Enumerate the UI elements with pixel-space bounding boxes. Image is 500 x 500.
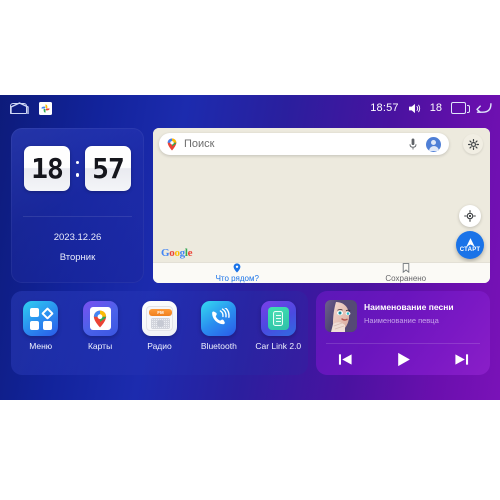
next-track-icon	[454, 353, 468, 365]
clock-date: 2023.12.26	[53, 232, 102, 243]
microphone-icon[interactable]	[409, 138, 417, 151]
clock-minutes-box: 57	[85, 146, 131, 191]
next-track-button[interactable]	[448, 349, 474, 369]
car-link-icon[interactable]	[260, 301, 296, 336]
apps-row: Меню Карты FM Радио Bluetooth Car Link 2…	[11, 301, 308, 351]
status-time: 18:57	[370, 102, 399, 114]
app-radio-label: Радио	[147, 341, 172, 351]
clock-divider	[23, 216, 132, 217]
google-maps-icon[interactable]	[82, 301, 118, 336]
radio-speaker	[150, 318, 170, 329]
map-search-bar[interactable]: Поиск	[159, 133, 449, 155]
clock-colon	[72, 146, 83, 191]
clock-minutes: 57	[92, 151, 125, 185]
track-artist: Наименование певца	[364, 316, 439, 325]
music-controls	[316, 349, 490, 369]
clock-weekday: Вторник	[59, 252, 96, 263]
music-divider	[326, 343, 480, 344]
my-location-icon	[464, 210, 476, 222]
map-search-placeholder: Поиск	[184, 138, 215, 150]
bluetooth-phone-icon[interactable]	[201, 301, 237, 336]
home-icon[interactable]	[9, 102, 29, 115]
music-player-widget[interactable]: Наименование песни Наименование певца	[316, 291, 490, 375]
clock-hours: 18	[31, 151, 64, 185]
app-bluetooth[interactable]: Bluetooth	[192, 301, 246, 351]
pin-icon	[233, 263, 241, 273]
start-navigation-button[interactable]: СТАРТ	[456, 231, 484, 259]
maps-widget[interactable]: Поиск Google СТАРТ Что рядом? Сохранено	[153, 128, 490, 283]
app-radio[interactable]: FM Радио	[132, 301, 186, 351]
apps-dock: Меню Карты FM Радио Bluetooth Car Link 2…	[11, 291, 308, 375]
status-bar: 18:57 18	[0, 95, 500, 121]
album-art	[325, 300, 357, 332]
google-photos-icon[interactable]	[39, 101, 52, 115]
app-maps-label: Карты	[87, 341, 113, 351]
clock-widget[interactable]: 18 57 2023.12.26 Вторник	[11, 128, 144, 283]
volume-icon[interactable]	[408, 103, 421, 114]
play-icon	[397, 352, 410, 366]
recent-apps-icon[interactable]	[451, 102, 470, 114]
radio-band-label: FM	[157, 309, 164, 315]
app-bluetooth-label: Bluetooth	[200, 341, 237, 351]
my-location-button[interactable]	[459, 205, 481, 227]
google-logo: Google	[161, 247, 193, 259]
map-tab-saved[interactable]: Сохранено	[322, 263, 491, 283]
app-menu[interactable]: Меню	[14, 301, 68, 351]
map-tab-saved-label: Сохранено	[385, 274, 427, 283]
map-bottom-tabs: Что рядом? Сохранено	[153, 262, 490, 283]
app-maps[interactable]: Карты	[73, 301, 127, 351]
account-avatar-icon[interactable]	[426, 136, 441, 152]
status-bar-left	[9, 95, 52, 121]
map-tab-nearby-label: Что рядом?	[215, 274, 259, 283]
back-arrow-icon[interactable]	[475, 102, 492, 115]
start-button-label: СТАРТ	[459, 247, 481, 253]
radio-icon[interactable]: FM	[141, 301, 177, 336]
play-button[interactable]	[390, 349, 416, 369]
settings-icon	[467, 138, 479, 150]
map-tab-nearby[interactable]: Что рядом?	[153, 263, 322, 283]
previous-track-button[interactable]	[332, 349, 358, 369]
car-head-unit-screen: 18:57 18 18 57 2023.12.26 Вторник Поиск …	[0, 95, 500, 400]
map-settings-button[interactable]	[463, 134, 483, 154]
map-pin-icon	[167, 138, 177, 151]
radio-band: FM	[148, 308, 172, 316]
menu-grid-icon[interactable]	[23, 301, 59, 336]
flip-clock: 18 57	[11, 146, 144, 191]
status-bar-right: 18:57 18	[370, 95, 492, 121]
previous-track-icon	[338, 353, 352, 365]
app-carlink-label: Car Link 2.0	[255, 341, 302, 351]
app-menu-label: Меню	[29, 341, 53, 351]
track-title: Наименование песни	[364, 302, 454, 312]
volume-level: 18	[429, 102, 442, 114]
bookmark-icon	[402, 263, 409, 273]
app-carlink[interactable]: Car Link 2.0	[251, 301, 305, 351]
clock-hours-box: 18	[24, 146, 70, 191]
